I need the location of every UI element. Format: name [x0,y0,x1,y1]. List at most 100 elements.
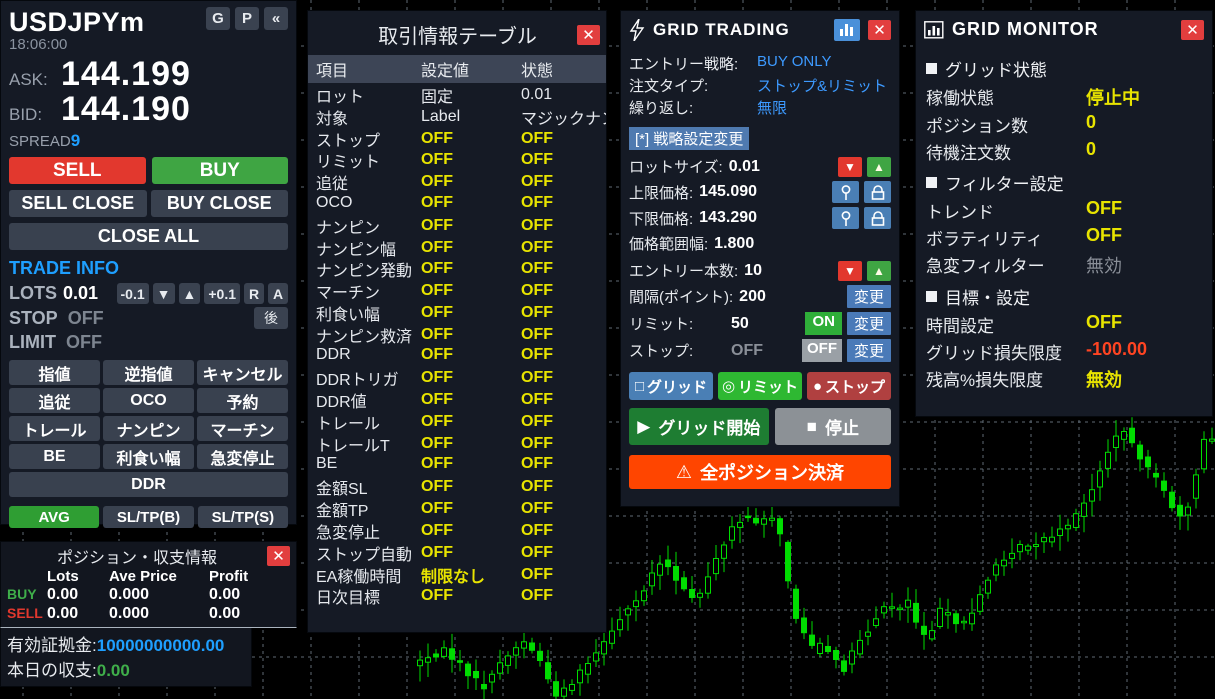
monitor-label: 残高%損失限度 [926,371,1044,390]
mode-icon: ◎ [721,378,736,395]
position-table-header: Lots Ave Price Profit [7,568,290,585]
stop-value: OFF [731,341,763,359]
lot-button-4[interactable]: R [244,283,264,304]
info-row-label: 金額SL [316,481,368,498]
info-row-status: OFF [521,346,553,364]
strategy-info-label: 繰り返し: [629,100,694,117]
info-row-label: ナンピン幅 [316,241,397,258]
order-button-8[interactable]: マーチン [197,416,288,441]
stop-toggle-button[interactable]: OFF [801,339,842,362]
lot-button-1[interactable]: ▼ [152,283,175,304]
close-icon[interactable]: ✕ [868,20,891,40]
sell-close-button[interactable]: SELL CLOSE [9,190,147,217]
info-row-setting: OFF [421,478,453,496]
panel-button-«[interactable]: « [264,7,288,30]
info-row-setting: OFF [421,151,453,169]
order-button-10[interactable]: 利食い幅 [103,444,194,469]
bar-chart-icon [924,20,944,39]
lot-button-3[interactable]: +0.1 [204,283,240,304]
bottom-button-SL/TP(B)[interactable]: SL/TP(B) [103,506,194,528]
info-table-header: 項目 設定値 状態 [308,55,606,83]
panel-button-G[interactable]: G [206,7,230,30]
table-row: ストップ自動 OFF OFF [308,541,606,563]
chart-icon[interactable] [834,19,860,41]
info-col-header: 状態 [521,63,554,80]
close-icon[interactable]: ✕ [267,546,290,566]
order-button-9[interactable]: BE [9,444,100,469]
monitor-row: 時間設定 OFF [926,312,1202,337]
close-icon[interactable]: ✕ [577,24,600,45]
change-stop-button[interactable]: 変更 [846,339,891,362]
buy-close-button[interactable]: BUY CLOSE [150,190,288,217]
side-label: BUY [7,586,37,602]
order-button-4[interactable]: OCO [103,388,194,413]
strategy-settings-button[interactable]: [*] 戦略設定変更 [629,127,750,150]
monitor-label: ポジション数 [926,117,1028,136]
info-col-header: 設定値 [421,63,470,80]
info-row-setting: OFF [421,391,453,409]
ave-price-cell: 0.000 [109,586,150,603]
price-panel: USDJPYm G P « 18:06:00 ASK: 144.199 BID: 1… [0,0,297,528]
order-button-2[interactable]: キャンセル [197,360,288,385]
table-row: マーチン OFF OFF [308,279,606,301]
lock-icon[interactable] [864,207,891,229]
order-button-1[interactable]: 逆指値 [103,360,194,385]
monitor-value: -100.00 [1086,339,1148,359]
change-limit-button[interactable]: 変更 [846,312,891,335]
limit-label: リミット: [629,316,694,333]
lot-increase-button[interactable]: ▲ [867,156,891,177]
order-button-0[interactable]: 指値 [9,360,100,385]
order-button-7[interactable]: ナンピン [103,416,194,441]
server-time: 18:06:00 [9,36,68,53]
lot-button-2[interactable]: ▲ [178,283,201,304]
entries-increase-button[interactable]: ▲ [867,260,891,281]
order-button-3[interactable]: 追従 [9,388,100,413]
bottom-button-SL/TP(S)[interactable]: SL/TP(S) [197,506,288,528]
table-row: ナンピン OFF OFF [308,214,606,236]
play-icon: ▶ [637,416,651,436]
bottom-button-AVG[interactable]: AVG [9,506,100,528]
mode-button-2[interactable]: ● ストップ [807,372,891,400]
mode-button-0[interactable]: □ グリッド [629,372,713,400]
limit-toggle-button[interactable]: ON [805,312,842,335]
grid-start-button[interactable]: ▶ グリッド開始 [629,408,769,445]
buy-button[interactable]: BUY [151,157,288,184]
sell-button[interactable]: SELL [9,157,146,184]
ddr-button[interactable]: DDR [9,472,288,497]
close-icon[interactable]: ✕ [1181,19,1204,40]
spread-value: 9 [70,131,81,150]
info-row-setting: 制限なし [421,568,486,585]
limit-value: 50 [731,314,749,332]
info-row-label: ロット [316,89,365,105]
lot-button-5[interactable]: A [268,283,288,304]
pin-icon[interactable] [832,181,859,203]
close-all-positions-button[interactable]: ⚠ 全ポジション決済 [629,455,891,489]
info-row-label: ナンピン救済 [316,328,413,345]
lock-icon[interactable] [864,181,891,203]
info-row-status: OFF [521,173,553,191]
info-row-label: DDR値 [316,394,367,410]
close-all-button[interactable]: CLOSE ALL [9,223,288,250]
strategy-info-value: 無限 [757,100,788,117]
bid-label: BID: [9,105,43,124]
order-button-11[interactable]: 急変停止 [197,444,288,469]
change-interval-button[interactable]: 変更 [846,285,891,308]
lot-button-0[interactable]: -0.1 [116,283,149,304]
mode-button-1[interactable]: ◎ リミット [718,372,802,400]
pin-icon[interactable] [832,207,859,229]
after-button[interactable]: 後 [254,307,288,329]
price-range-value: 1.800 [714,234,755,252]
table-row: DDRトリガ OFF OFF [308,366,606,388]
table-row: 利食い幅 OFF OFF [308,301,606,323]
ask-label: ASK: [9,70,48,89]
lower-price-label: 下限価格: [629,210,694,228]
order-button-6[interactable]: トレール [9,416,100,441]
monitor-label: トレンド [926,203,994,222]
panel-button-P[interactable]: P [235,7,259,30]
order-button-5[interactable]: 予約 [197,388,288,413]
lot-decrease-button[interactable]: ▼ [838,156,862,177]
square-bullet-icon [926,63,937,74]
entries-decrease-button[interactable]: ▼ [838,260,862,281]
info-row-status: OFF [521,587,553,605]
grid-stop-button[interactable]: ■ 停止 [774,408,891,445]
